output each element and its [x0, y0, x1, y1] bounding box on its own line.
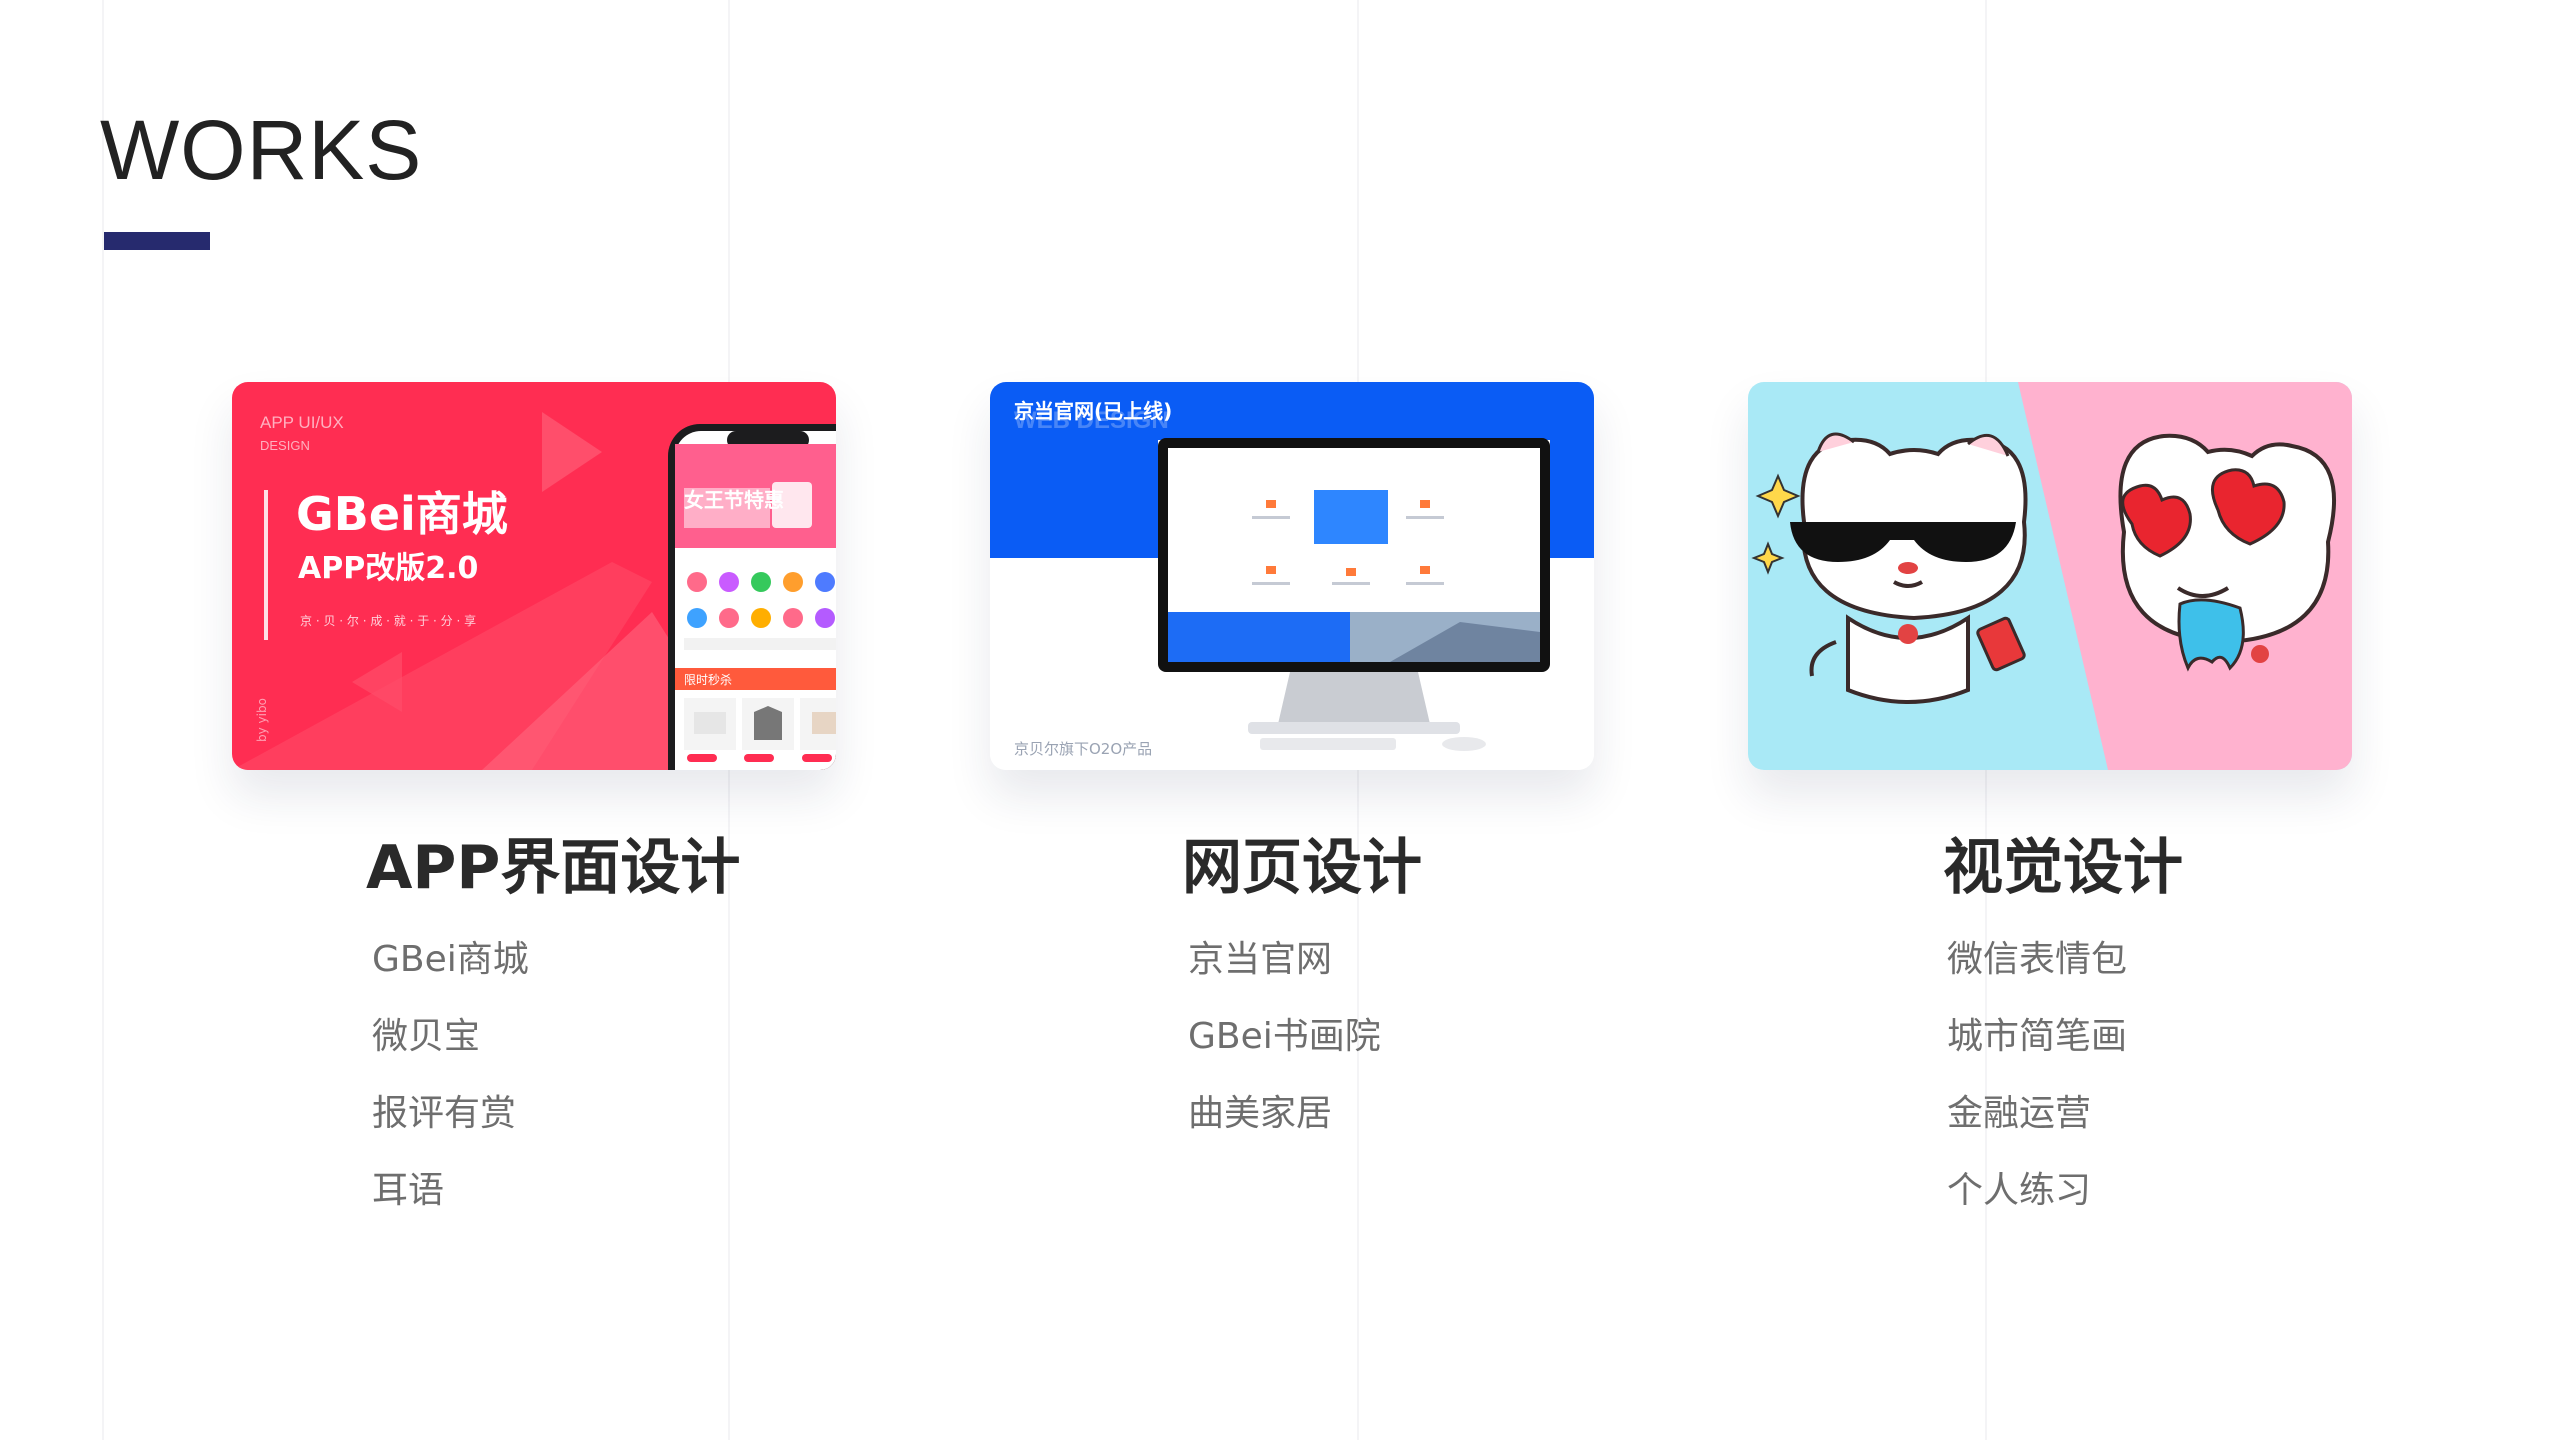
grid-line [102, 0, 104, 1440]
sticker-thumbnail [1748, 382, 2352, 770]
app-design-thumbnail: APP UI/UX DESIGN GBei商城 APP改版2.0 京 · 贝 ·… [232, 382, 836, 770]
list-item[interactable]: 城市简笔画 [1947, 1015, 2127, 1092]
card-headline: GBei商城 [296, 487, 508, 541]
list-item[interactable]: 耳语 [372, 1169, 529, 1246]
visual-works-list: 微信表情包 城市简笔画 金融运营 个人练习 [1947, 938, 2127, 1246]
list-item[interactable]: GBei商城 [372, 938, 529, 1015]
card-subheadline: APP改版2.0 [298, 551, 478, 586]
phone-banner-text: 女王节特惠 [684, 488, 784, 512]
title-underline [104, 232, 210, 250]
app-design-card[interactable]: APP UI/UX DESIGN GBei商城 APP改版2.0 京 · 贝 ·… [232, 382, 836, 770]
list-item[interactable]: 微贝宝 [372, 1015, 529, 1092]
list-item[interactable]: 京当官网 [1188, 938, 1381, 1015]
list-item[interactable]: 曲美家居 [1188, 1092, 1381, 1169]
card-slogan: 京 · 贝 · 尔 · 成 · 就 · 于 · 分 · 享 [300, 613, 476, 628]
phone-section-title: 限时秒杀 [684, 672, 732, 687]
web-design-card[interactable]: WEB DESIGN 京当官网(已上线) 京贝尔旗下O2O产品 [990, 382, 1594, 770]
page-title: WORKS [100, 103, 423, 197]
card-credit: by yibo [255, 698, 269, 742]
card-tag-line2: DESIGN [260, 438, 310, 453]
web-works-list: 京当官网 GBei书画院 曲美家居 [1188, 938, 1381, 1169]
phone-mockup: 女王节特惠 限时秒杀 [668, 424, 836, 770]
column-title-web: 网页设计 [1182, 833, 1422, 903]
list-item[interactable]: GBei书画院 [1188, 1015, 1381, 1092]
column-title-app: APP界面设计 [366, 833, 741, 903]
card-tag-line1: APP UI/UX [260, 413, 344, 432]
list-item[interactable]: 微信表情包 [1947, 938, 2127, 1015]
list-item[interactable]: 个人练习 [1947, 1169, 2127, 1246]
web-design-thumbnail: WEB DESIGN 京当官网(已上线) 京贝尔旗下O2O产品 [990, 382, 1594, 770]
monitor-mockup [1158, 438, 1550, 751]
column-title-visual: 视觉设计 [1943, 833, 2183, 903]
list-item[interactable]: 报评有赏 [372, 1092, 529, 1169]
app-works-list: GBei商城 微贝宝 报评有赏 耳语 [372, 938, 529, 1246]
card-footer: 京贝尔旗下O2O产品 [1014, 740, 1152, 758]
card-title: 京当官网(已上线) [1014, 399, 1172, 423]
visual-design-card[interactable] [1748, 382, 2352, 770]
list-item[interactable]: 金融运营 [1947, 1092, 2127, 1169]
